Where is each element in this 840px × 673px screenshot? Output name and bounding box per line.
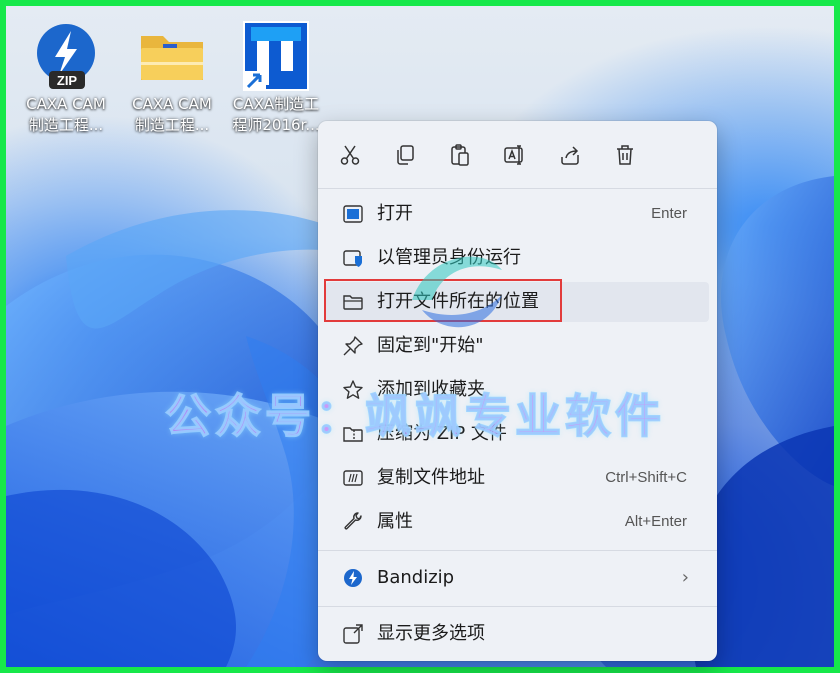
share-icon bbox=[561, 146, 579, 165]
menu-separator bbox=[318, 606, 717, 607]
menu-item-label: 压缩为 ZIP 文件 bbox=[377, 423, 507, 444]
menu-item-label: 复制文件地址 bbox=[377, 467, 485, 488]
menu-item-shortcut: Ctrl+Shift+C bbox=[605, 469, 687, 486]
menu-item-label: 以管理员身份运行 bbox=[377, 247, 521, 268]
desktop-icon-label: CAXA制造工 程师2016r... bbox=[232, 95, 320, 134]
menu-item-shortcut: Alt+Enter bbox=[624, 513, 687, 530]
menu-item-run-as-admin[interactable]: 以管理员身份运行 bbox=[326, 238, 709, 278]
delete-icon bbox=[617, 145, 633, 165]
pin-icon bbox=[343, 336, 363, 356]
paste-button[interactable] bbox=[440, 135, 480, 175]
menu-item-shortcut: Enter bbox=[651, 205, 687, 222]
menu-item-label: 属性 bbox=[377, 511, 413, 532]
zip-badge: ZIP bbox=[57, 73, 78, 88]
desktop-icon-label: CAXA CAM 制造工程... bbox=[26, 95, 106, 134]
menu-separator bbox=[318, 188, 717, 189]
menu-item-label: 打开 bbox=[377, 203, 413, 224]
wrench-icon bbox=[344, 512, 362, 530]
chevron-right-icon: › bbox=[681, 567, 689, 588]
cut-icon bbox=[340, 145, 360, 165]
menu-separator bbox=[318, 550, 717, 551]
rename-button[interactable] bbox=[495, 135, 535, 175]
rename-icon bbox=[504, 145, 523, 165]
share-button[interactable] bbox=[550, 135, 590, 175]
context-menu: 打开 Enter 以管理员身份运行 打开文件所在的位置 固定到"开始" 添加到收… bbox=[318, 121, 717, 661]
menu-item-label: Bandizip bbox=[377, 567, 455, 588]
menu-item-label: 添加到收藏夹 bbox=[377, 379, 485, 400]
context-menu-toolbar bbox=[318, 135, 717, 175]
desktop-icon-caxa-shortcut[interactable]: CAXA制造工 程师2016r... bbox=[228, 18, 324, 136]
menu-item-open-file-location[interactable]: 打开文件所在的位置 bbox=[326, 282, 709, 322]
menu-item-add-to-favorites[interactable]: 添加到收藏夹 bbox=[326, 370, 709, 410]
menu-item-label: 显示更多选项 bbox=[377, 623, 485, 644]
menu-item-copy-path[interactable]: 复制文件地址 Ctrl+Shift+C bbox=[326, 458, 709, 498]
more-options-icon bbox=[343, 624, 363, 644]
zip-archive-icon: ZIP bbox=[37, 24, 95, 89]
zip-folder-icon bbox=[343, 427, 363, 442]
desktop-icon-caxa-cam-folder[interactable]: CAXA CAM 制造工程... bbox=[124, 18, 220, 136]
copy-button[interactable] bbox=[385, 135, 425, 175]
menu-item-bandizip[interactable]: Bandizip › bbox=[326, 558, 709, 598]
menu-item-label: 固定到"开始" bbox=[377, 335, 484, 356]
folder-icon bbox=[141, 36, 203, 80]
desktop-icon-label: CAXA CAM 制造工程... bbox=[132, 95, 212, 134]
star-icon bbox=[343, 380, 363, 399]
menu-item-compress-zip[interactable]: 压缩为 ZIP 文件 bbox=[326, 414, 709, 454]
copy-icon bbox=[397, 145, 414, 165]
bandizip-icon bbox=[344, 569, 362, 587]
open-icon bbox=[343, 205, 363, 223]
paste-icon bbox=[451, 144, 469, 166]
menu-item-properties[interactable]: 属性 Alt+Enter bbox=[326, 502, 709, 542]
menu-item-label: 打开文件所在的位置 bbox=[377, 291, 539, 312]
caxa-app-icon bbox=[243, 21, 309, 91]
delete-button[interactable] bbox=[605, 135, 645, 175]
menu-item-show-more-options[interactable]: 显示更多选项 bbox=[326, 614, 709, 654]
cut-button[interactable] bbox=[330, 135, 370, 175]
folder-icon bbox=[343, 295, 363, 310]
copy-path-icon bbox=[343, 470, 363, 486]
menu-item-pin-to-start[interactable]: 固定到"开始" bbox=[326, 326, 709, 366]
desktop-icon-caxa-cam-zip[interactable]: ZIP CAXA CAM 制造工程... bbox=[18, 18, 114, 136]
menu-item-open[interactable]: 打开 Enter bbox=[326, 194, 709, 234]
admin-shield-icon bbox=[343, 250, 362, 267]
